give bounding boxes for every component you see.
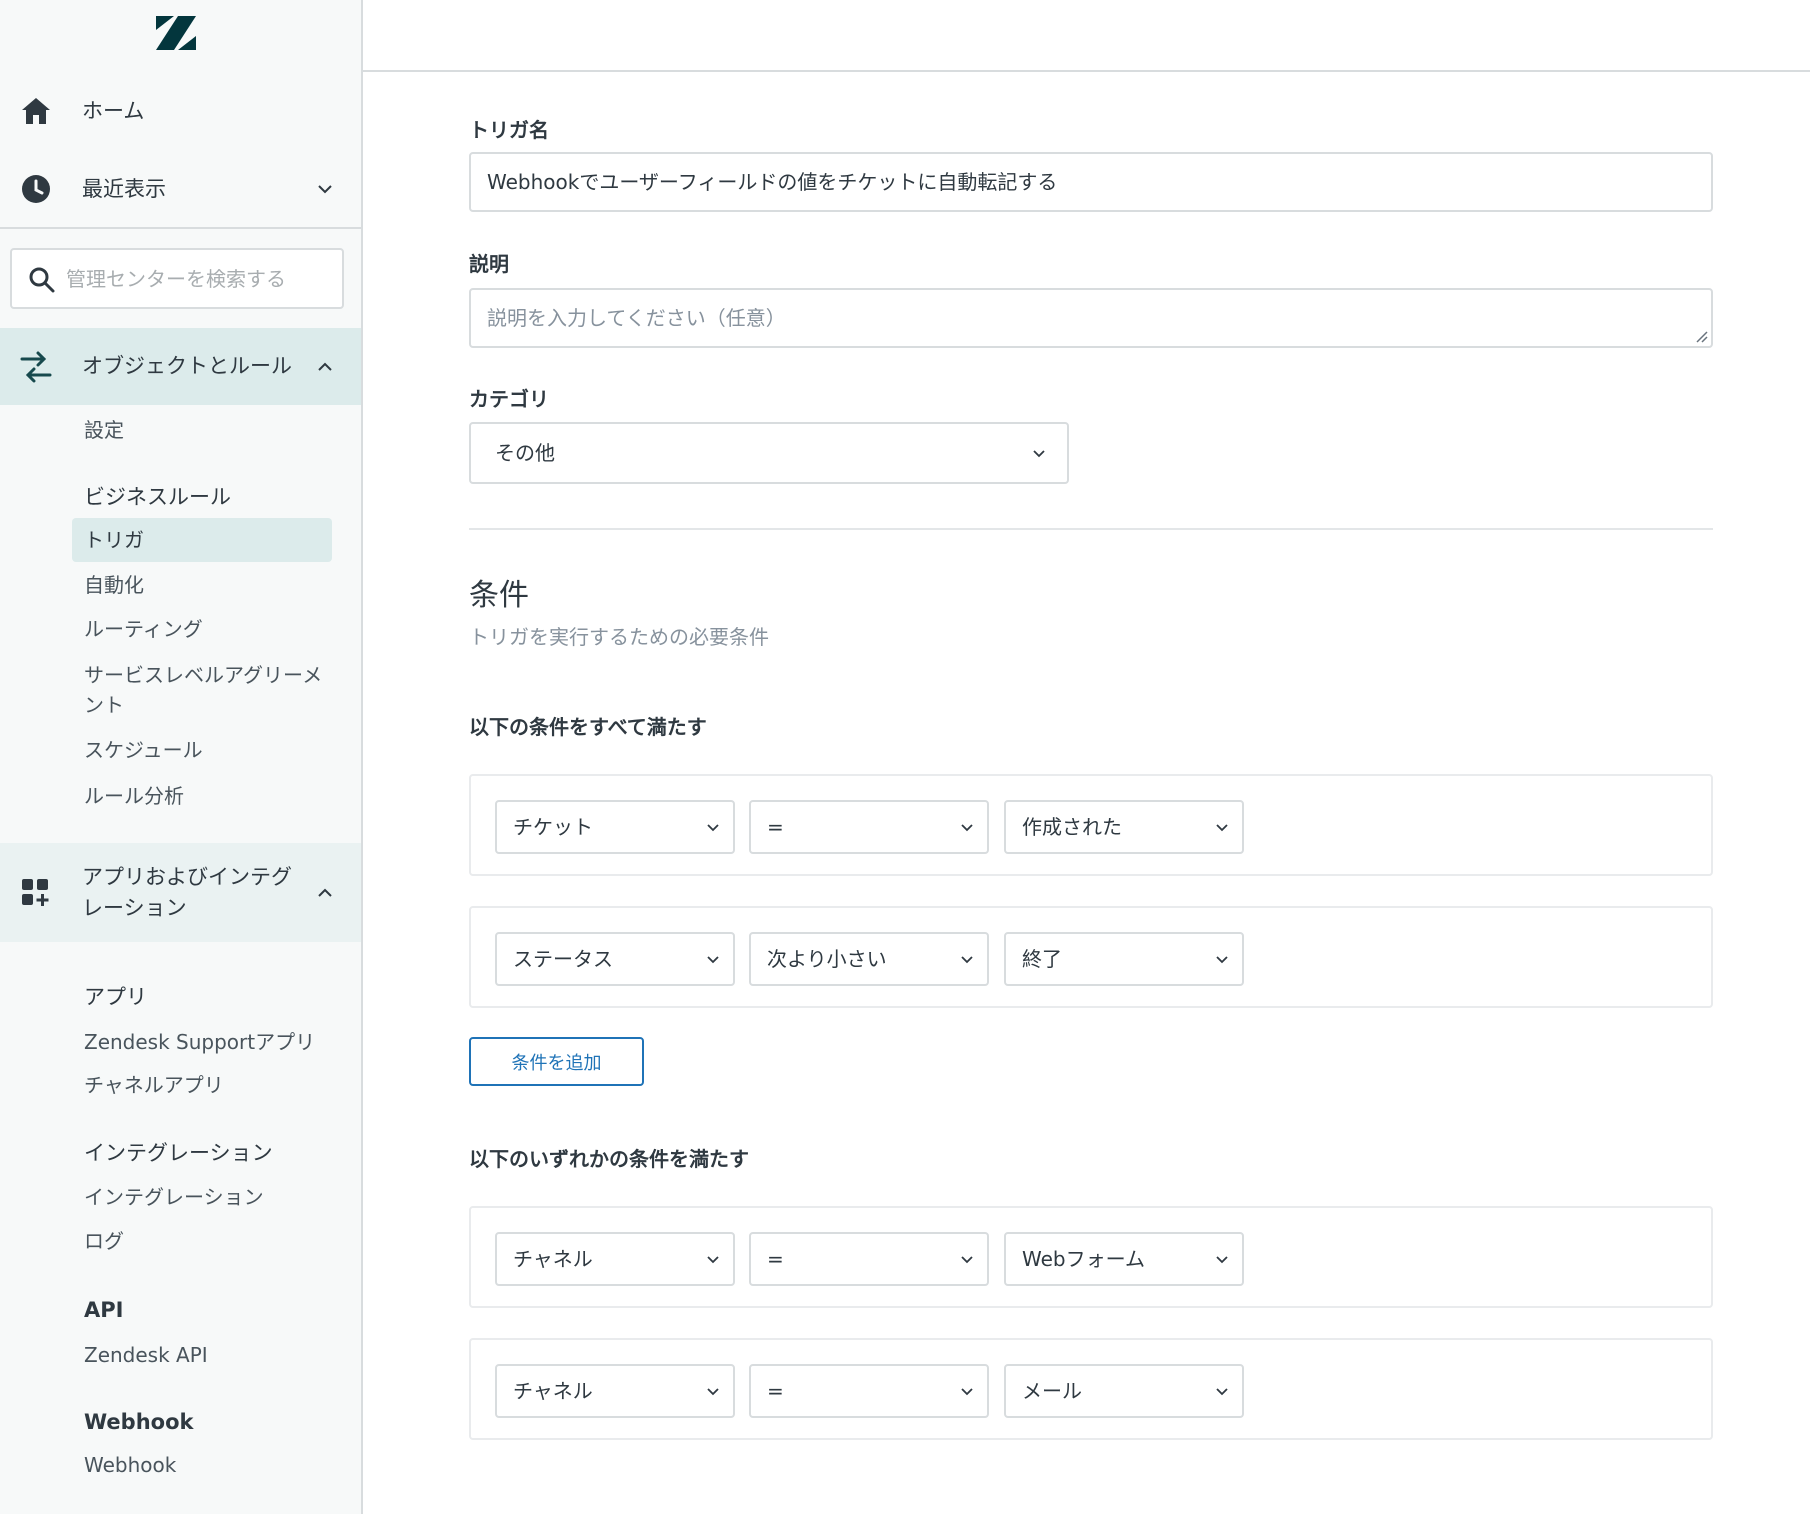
nav-recent[interactable]: 最近表示 <box>0 170 361 208</box>
home-icon <box>22 98 50 124</box>
condition-row: ステータス 次より小さい 終了 <box>469 906 1713 1008</box>
condition-field-select[interactable]: チャネル <box>495 1232 735 1286</box>
chevron-down-icon <box>961 824 973 832</box>
condition-value-value: 終了 <box>1022 947 1062 971</box>
nav-schedules[interactable]: スケジュール <box>84 735 324 765</box>
search-icon <box>29 267 55 293</box>
chevron-down-icon <box>1033 450 1045 458</box>
chevron-down-icon <box>1216 1256 1228 1264</box>
nav-home-label: ホーム <box>82 98 145 123</box>
chevron-down-icon <box>707 824 719 832</box>
chevron-down-icon <box>707 1256 719 1264</box>
condition-operator-select[interactable]: = <box>749 1232 989 1286</box>
nav-apps-integrations-label: アプリおよびインテグレーション <box>82 864 292 920</box>
chevron-down-icon <box>1216 956 1228 964</box>
conditions-subtitle: トリガを実行するための必要条件 <box>469 625 769 649</box>
nav-business-rules-heading: ビジネスルール <box>84 485 231 509</box>
chevron-up-icon[interactable] <box>314 356 336 378</box>
nav-settings[interactable]: 設定 <box>84 415 324 445</box>
condition-field-value: ステータス <box>513 947 613 971</box>
trigger-name-field[interactable] <box>469 152 1713 212</box>
condition-field-value: チケット <box>513 815 593 839</box>
condition-value-value: Webフォーム <box>1022 1247 1146 1271</box>
description-textarea[interactable] <box>487 298 1687 338</box>
nav-integrations[interactable]: インテグレーション <box>84 1182 324 1212</box>
category-label: カテゴリ <box>469 387 549 411</box>
nav-channel-apps[interactable]: チャネルアプリ <box>84 1070 324 1100</box>
chevron-down-icon <box>707 1388 719 1396</box>
chevron-down-icon <box>961 956 973 964</box>
nav-routing[interactable]: ルーティング <box>84 614 324 644</box>
condition-row: チャネル = Webフォーム <box>469 1206 1713 1308</box>
nav-sla[interactable]: サービスレベルアグリーメント <box>84 660 324 720</box>
sidebar-divider <box>0 227 361 229</box>
chevron-down-icon <box>1216 824 1228 832</box>
chevron-down-icon[interactable] <box>314 178 336 200</box>
top-bar <box>363 0 1810 72</box>
nav-webhook[interactable]: Webhook <box>84 1450 324 1480</box>
nav-apps-integrations[interactable]: アプリおよびインテグレーション <box>0 843 361 942</box>
nav-rule-analysis[interactable]: ルール分析 <box>84 781 324 811</box>
nav-recent-label: 最近表示 <box>82 176 166 201</box>
category-select-value: その他 <box>495 441 555 465</box>
condition-value-select[interactable]: 終了 <box>1004 932 1244 986</box>
condition-field-select[interactable]: ステータス <box>495 932 735 986</box>
sidebar-search-input[interactable] <box>66 258 336 300</box>
nav-apps-heading: アプリ <box>84 985 147 1009</box>
condition-operator-select[interactable]: 次より小さい <box>749 932 989 986</box>
category-select[interactable]: その他 <box>469 422 1069 484</box>
chevron-down-icon <box>961 1388 973 1396</box>
condition-operator-value: = <box>767 1247 784 1271</box>
condition-row: チャネル = メール <box>469 1338 1713 1440</box>
condition-operator-select[interactable]: = <box>749 1364 989 1418</box>
objects-rules-icon <box>20 351 52 382</box>
condition-row: チケット = 作成された <box>469 774 1713 876</box>
nav-objects-rules[interactable]: オブジェクトとルール <box>0 328 361 405</box>
condition-operator-value: 次より小さい <box>767 947 887 971</box>
zendesk-logo-icon[interactable] <box>156 16 196 50</box>
condition-value-select[interactable]: Webフォーム <box>1004 1232 1244 1286</box>
nav-objects-rules-label: オブジェクトとルール <box>82 354 292 378</box>
sidebar: ホーム 最近表示 オブジェクトとルール 設定 ビジネスルール トリガ 自動化 ル… <box>0 0 363 1514</box>
any-conditions-heading: 以下のいずれかの条件を満たす <box>469 1147 749 1171</box>
resize-handle-icon[interactable] <box>1693 328 1709 344</box>
chevron-down-icon <box>961 1256 973 1264</box>
description-label: 説明 <box>469 252 509 276</box>
trigger-name-input[interactable] <box>487 162 1687 202</box>
condition-operator-value: = <box>767 1379 784 1403</box>
sidebar-search[interactable] <box>10 248 344 309</box>
condition-value-select[interactable]: メール <box>1004 1364 1244 1418</box>
nav-logs[interactable]: ログ <box>84 1226 324 1256</box>
description-field[interactable] <box>469 288 1713 348</box>
add-condition-button[interactable]: 条件を追加 <box>469 1037 644 1086</box>
nav-webhook-heading: Webhook <box>84 1410 194 1434</box>
conditions-title: 条件 <box>469 578 529 613</box>
clock-icon <box>22 175 50 203</box>
nav-triggers[interactable]: トリガ <box>72 518 332 562</box>
chevron-down-icon <box>707 956 719 964</box>
chevron-up-icon[interactable] <box>314 882 336 904</box>
condition-field-select[interactable]: チケット <box>495 800 735 854</box>
condition-field-value: チャネル <box>513 1379 593 1403</box>
condition-value-value: 作成された <box>1022 815 1122 839</box>
form-divider <box>469 528 1713 530</box>
nav-home[interactable]: ホーム <box>0 92 361 130</box>
condition-field-select[interactable]: チャネル <box>495 1364 735 1418</box>
all-conditions-heading: 以下の条件をすべて満たす <box>469 715 707 739</box>
nav-api-heading: API <box>84 1298 124 1322</box>
condition-value-value: メール <box>1022 1379 1082 1403</box>
condition-operator-select[interactable]: = <box>749 800 989 854</box>
nav-automations[interactable]: 自動化 <box>84 570 324 600</box>
condition-field-value: チャネル <box>513 1247 593 1271</box>
chevron-down-icon <box>1216 1388 1228 1396</box>
apps-grid-icon <box>22 878 49 906</box>
nav-integrations-heading: インテグレーション <box>84 1141 273 1165</box>
trigger-name-label: トリガ名 <box>469 118 549 142</box>
nav-support-apps[interactable]: Zendesk Supportアプリ <box>84 1027 344 1057</box>
condition-operator-value: = <box>767 815 784 839</box>
condition-value-select[interactable]: 作成された <box>1004 800 1244 854</box>
nav-zendesk-api[interactable]: Zendesk API <box>84 1340 324 1370</box>
